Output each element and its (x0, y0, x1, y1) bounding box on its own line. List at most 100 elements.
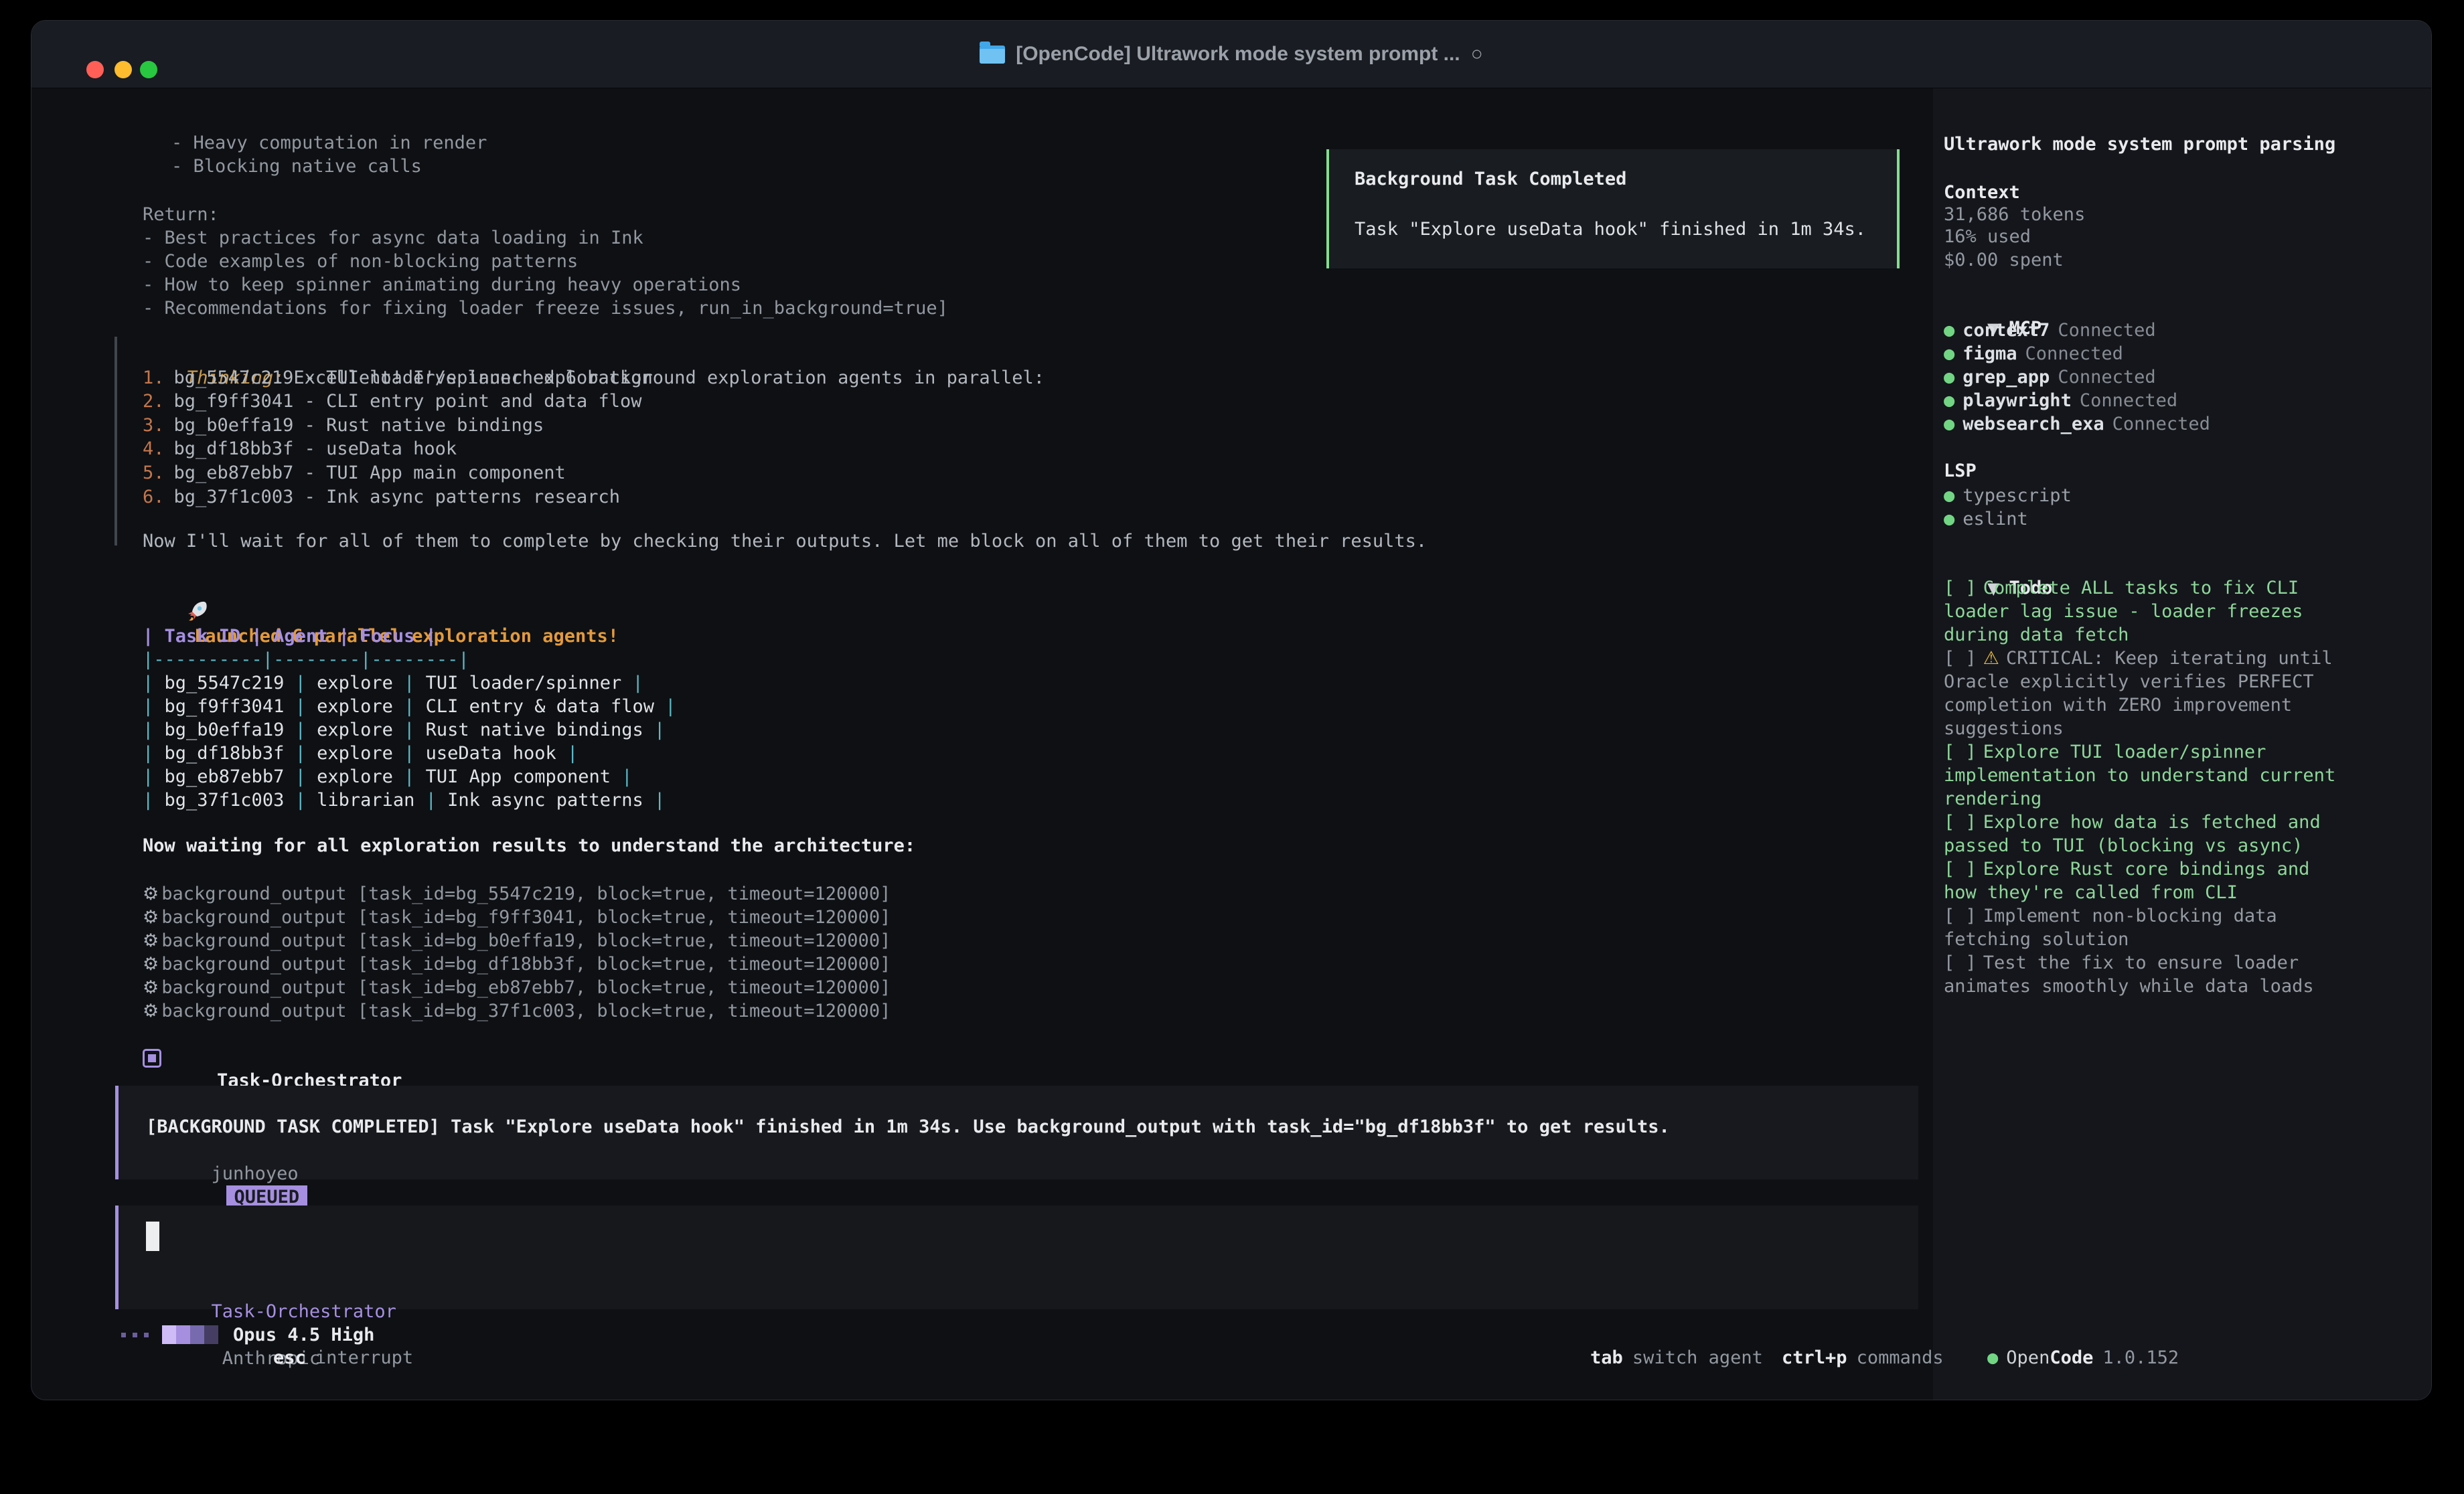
prompt-input[interactable]: Task-Orchestrator Opus 4.5 High Anthropi… (115, 1206, 1918, 1309)
mcp-name: context7 (1962, 320, 2050, 341)
tool-call-line: ⚙background_output[task_id=bg_37f1c003, … (143, 999, 891, 1023)
ctrlp-key: ctrl+p (1782, 1347, 1847, 1368)
tool-args: [task_id=bg_5547c219, block=true, timeou… (358, 884, 891, 904)
table-pipe: | (143, 626, 153, 647)
table-pipe: | (426, 626, 437, 647)
table-pipe: | (295, 696, 306, 717)
thinking-list-item: 2.bg_f9ff3041 - CLI entry point and data… (143, 390, 642, 413)
tool-args: [task_id=bg_df18bb3f, block=true, timeou… (358, 954, 891, 975)
scrollback-line: - Heavy computation in render (171, 131, 487, 155)
table-pipe: | (295, 766, 306, 787)
mcp-status: Connected (2112, 414, 2210, 434)
list-text: bg_37f1c003 - Ink async patterns researc… (174, 487, 620, 507)
tool-name: background_output (161, 930, 346, 951)
table-row: |bg_5547c219|explore|TUI loader/spinner| (143, 671, 643, 695)
status-dot-icon: ● (1944, 367, 1954, 388)
table-header-row: |Task ID|Agent|Focus| (143, 625, 437, 648)
table-pipe: | (143, 673, 153, 693)
table-separator-row: |----------|--------|--------| (143, 648, 469, 671)
mcp-section-header[interactable]: ▼MCP (1944, 293, 2042, 317)
gear-icon: ⚙ (143, 1001, 159, 1021)
scrollback-line: - Blocking native calls (171, 155, 422, 178)
table-pipe: | (665, 696, 676, 717)
context-tokens: 31,686 tokens (1944, 203, 2085, 226)
tool-call-line: ⚙background_output[task_id=bg_b0effa19, … (143, 929, 891, 952)
mcp-name: websearch_exa (1962, 414, 2104, 434)
table-cell: explore (317, 720, 393, 740)
list-number: 4. (143, 438, 165, 459)
gear-icon: ⚙ (143, 954, 159, 975)
todo-checkbox: [ ] (1944, 859, 1977, 880)
tool-args: [task_id=bg_b0effa19, block=true, timeou… (358, 930, 891, 951)
todo-list: [ ] Complete ALL tasks to fix CLI loader … (1944, 576, 2343, 998)
app-version-footer: ●OpenCode1.0.152 (1944, 1323, 2179, 1346)
todo-text: Complete ALL tasks to fix CLI loader lag… (1944, 578, 2303, 645)
table-header: Focus (360, 626, 414, 647)
table-pipe: | (404, 720, 414, 740)
table-cell: Rust native bindings (426, 720, 643, 740)
todo-text: Implement non-blocking data fetching sol… (1944, 906, 2277, 950)
tool-args: [task_id=bg_f9ff3041, block=true, timeou… (358, 907, 891, 928)
commands-hint: ctrl+pcommands (1738, 1323, 1944, 1393)
spinner-block (190, 1325, 204, 1344)
scrollback-line: - Code examples of non-blocking patterns (143, 250, 578, 273)
table-pipe: | (339, 626, 350, 647)
mcp-item: ●websearch_exaConnected (1944, 412, 2210, 436)
table-cell: Ink async patterns (447, 790, 643, 811)
list-number: 3. (143, 415, 165, 436)
terminal-window: [OpenCode] Ultrawork mode system prompt … (31, 20, 2432, 1400)
list-number: 1. (143, 367, 165, 388)
thinking-intro-line: Thinking:Excellent! I've launched 6 back… (143, 343, 1045, 366)
list-number: 6. (143, 487, 165, 507)
rocket-icon (186, 601, 208, 622)
todo-text: CRITICAL: Keep iterating until Oracle ex… (1944, 648, 2333, 739)
todo-checkbox: [ ] (1944, 952, 1977, 973)
table-pipe: | (404, 766, 414, 787)
todo-item: [ ]Test the fix to ensure loader animate… (1944, 951, 2343, 998)
agent-square-icon (143, 1049, 161, 1068)
agent-header: Task-Orchestrator · claude-opus-4-5-high (173, 1046, 448, 1069)
table-row: |bg_37f1c003|librarian|Ink async pattern… (143, 788, 665, 812)
list-number: 5. (143, 463, 165, 483)
gear-icon: ⚙ (143, 977, 159, 998)
notification-body: Task "Explore useData hook" finished in … (1355, 218, 1866, 241)
table-row: |bg_df18bb3f|explore|useData hook| (143, 742, 578, 765)
minimize-window-button[interactable] (114, 61, 132, 78)
tool-args: [task_id=bg_eb87ebb7, block=true, timeou… (358, 977, 891, 998)
spinner-block (162, 1325, 176, 1344)
notification-title: Background Task Completed (1355, 167, 1626, 191)
table-header: Task ID (165, 626, 241, 647)
table-cell: explore (317, 743, 393, 764)
scrollback-line: - Best practices for async data loading … (143, 226, 643, 250)
table-pipe: | (143, 696, 153, 717)
todo-text: Explore TUI loader/spinner implementatio… (1944, 742, 2335, 809)
table-cell: bg_f9ff3041 (165, 696, 285, 717)
todo-item: [ ]Explore how data is fetched and passe… (1944, 811, 2343, 857)
tab-hint: tabswitch agent (1547, 1323, 1763, 1393)
scrollback-line: - How to keep spinner animating during h… (143, 273, 741, 297)
loading-circle-icon: ○ (1471, 43, 1483, 66)
background-task-notification[interactable]: Background Task Completed Task "Explore … (1326, 149, 1900, 268)
table-cell: useData hook (426, 743, 556, 764)
lsp-section-header: LSP (1944, 459, 1977, 483)
zoom-window-button[interactable] (140, 61, 157, 78)
status-dot-icon: ● (1944, 320, 1954, 341)
status-dot-icon: ● (1944, 390, 1954, 411)
launch-line: Launched 6 parallel exploration agents! (143, 578, 619, 601)
list-number: 2. (143, 391, 165, 412)
todo-section-header[interactable]: ▼Todo (1944, 553, 2053, 576)
table-cell: TUI App component (426, 766, 611, 787)
esc-label: interrupt (315, 1347, 413, 1368)
spinner-block (204, 1325, 218, 1344)
mcp-status: Connected (2025, 343, 2123, 364)
tool-call-line: ⚙background_output [task_id=bg_df18bb3f, … (143, 952, 891, 976)
input-agent-name[interactable]: Task-Orchestrator (212, 1301, 396, 1322)
close-window-button[interactable] (86, 61, 104, 78)
table-pipe: | (295, 743, 306, 764)
thinking-block-border (114, 337, 117, 546)
warning-icon: ⚠ (1983, 648, 1999, 669)
tool-call-line: ⚙background_output [task_id=bg_eb87ebb7, … (143, 976, 891, 999)
lsp-name: typescript (1962, 485, 2072, 506)
tool-name: background_output (161, 954, 346, 975)
tool-name: background_output (161, 977, 346, 998)
